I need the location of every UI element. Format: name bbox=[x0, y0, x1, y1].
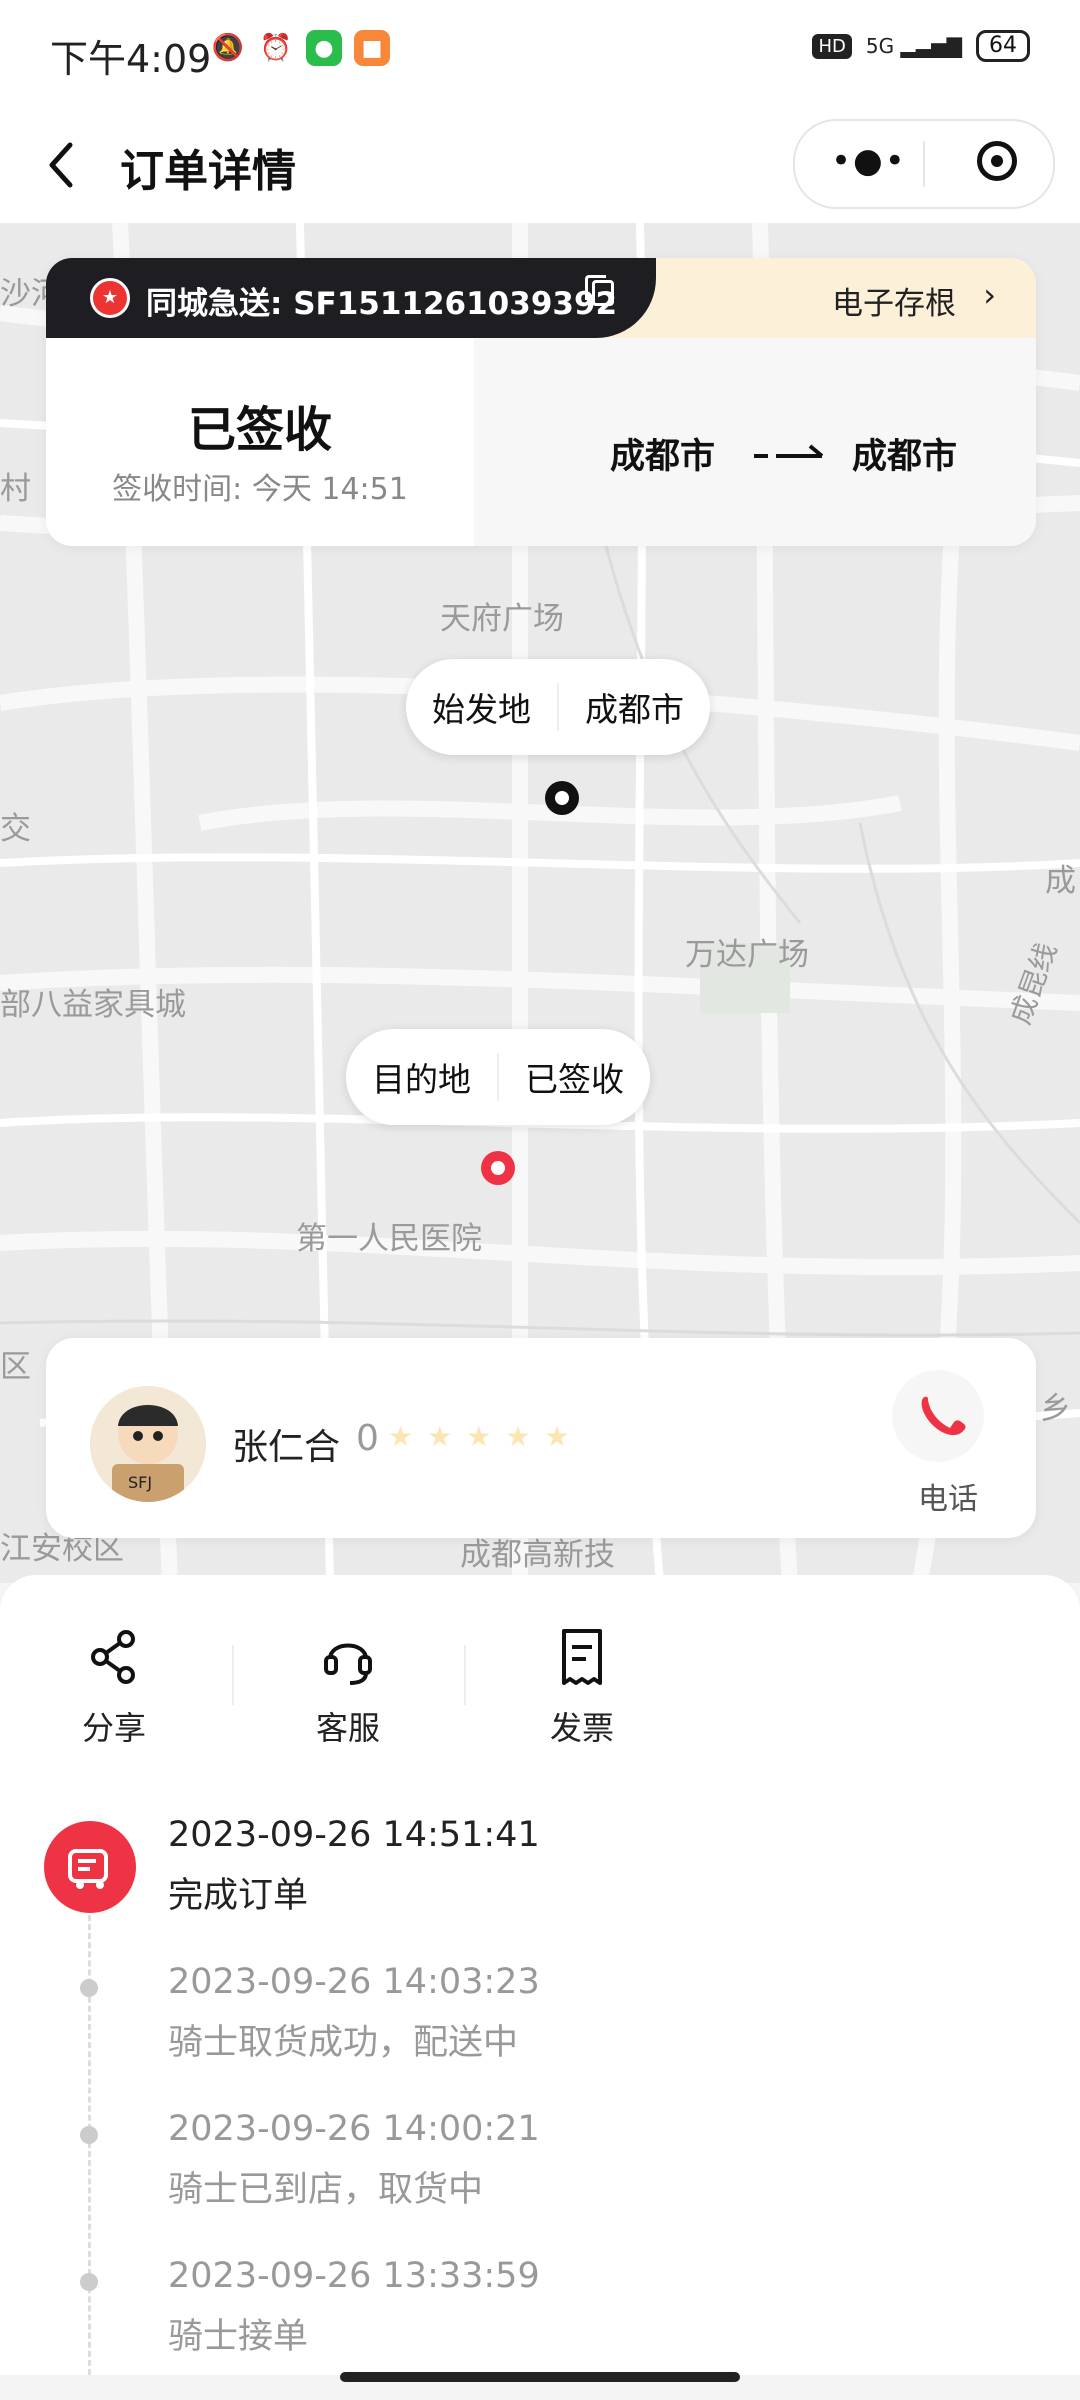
capsule-divider bbox=[923, 141, 925, 187]
phone-button[interactable] bbox=[892, 1370, 984, 1462]
details-sheet: 分享 客服 发票 2023-09-26 14:51:41 完成订单 2023-0… bbox=[0, 1575, 1080, 2375]
timeline-dot bbox=[80, 2273, 98, 2291]
status-time: 下午4:09 bbox=[50, 37, 212, 81]
timeline-desc: 骑士已到店，取货中 bbox=[168, 2170, 484, 2210]
origin-bubble[interactable]: 始发地 成都市 bbox=[406, 659, 710, 755]
wechat-icon: ● bbox=[306, 30, 342, 66]
star-icon: ★ bbox=[466, 1420, 492, 1453]
timeline-time: 2023-09-26 13:33:59 bbox=[168, 2256, 540, 2296]
sf-logo-icon: ★ bbox=[90, 278, 130, 318]
share-button[interactable]: 分享 bbox=[34, 1625, 194, 1749]
map-label: 天府广场 bbox=[440, 601, 564, 637]
share-icon bbox=[91, 1630, 135, 1684]
invoice-button[interactable]: 发票 bbox=[502, 1625, 662, 1749]
mute-icon: 🔕 bbox=[211, 33, 245, 63]
order-status-section: 已签收 签收时间: 今天 14:51 bbox=[46, 338, 474, 546]
order-summary-card: ★ 同城急送: SF1511261039392 电子存根 › 已签收 签收时间:… bbox=[46, 258, 1036, 546]
receipt-icon bbox=[562, 1629, 602, 1685]
star-icon: ★ bbox=[544, 1420, 570, 1453]
star-icon: ★ bbox=[505, 1420, 531, 1453]
target-icon[interactable] bbox=[977, 141, 1017, 181]
origin-pin-icon[interactable] bbox=[545, 781, 579, 815]
origin-city: 成都市 bbox=[585, 690, 684, 729]
route-arrow-icon bbox=[754, 444, 824, 458]
destination-title: 目的地 bbox=[346, 1053, 499, 1101]
timeline-time: 2023-09-26 14:51:41 bbox=[168, 1815, 540, 1855]
phone-icon bbox=[921, 1396, 966, 1436]
page-title: 订单详情 bbox=[120, 146, 296, 197]
timeline-time: 2023-09-26 14:03:23 bbox=[168, 1962, 540, 2002]
map-label: 万达广场 bbox=[685, 937, 809, 973]
from-city: 成都市 bbox=[610, 437, 716, 477]
timeline-dot bbox=[80, 2126, 98, 2144]
status-right: HD 5G ▂▃▅▇ 64 bbox=[812, 30, 1030, 62]
destination-bubble[interactable]: 目的地 已签收 bbox=[346, 1029, 650, 1125]
star-icon: ★ bbox=[427, 1420, 453, 1453]
customer-service-button[interactable]: 客服 bbox=[268, 1625, 428, 1749]
order-banner: ★ 同城急送: SF1511261039392 电子存根 › bbox=[46, 258, 1036, 338]
route-section: 成都市 成都市 bbox=[474, 338, 1036, 546]
chevron-right-icon[interactable]: › bbox=[983, 276, 996, 314]
courier-card: SFJ 张仁合 0 ★ ★ ★ ★ ★ 电话 bbox=[46, 1338, 1036, 1538]
copy-icon[interactable] bbox=[585, 275, 614, 306]
timeline-dot bbox=[80, 1979, 98, 1997]
headset-icon bbox=[324, 1643, 372, 1685]
courier-avatar: SFJ bbox=[90, 1386, 206, 1502]
e-receipt-link[interactable]: 电子存根 bbox=[832, 278, 956, 323]
map-label: 成 bbox=[1045, 863, 1076, 899]
status-bar: 下午4:09 🔕 ⏰ ● ■ HD 5G ▂▃▅▇ 64 bbox=[0, 0, 1080, 105]
destination-pin-icon[interactable] bbox=[481, 1151, 515, 1185]
action-divider bbox=[464, 1645, 466, 1705]
share-label: 分享 bbox=[81, 1709, 146, 1747]
delivery-truck-icon bbox=[44, 1821, 136, 1913]
home-indicator[interactable] bbox=[340, 2372, 740, 2382]
map-label: 交 bbox=[0, 811, 31, 847]
star-icon: ★ bbox=[388, 1420, 414, 1453]
timeline-time: 2023-09-26 14:00:21 bbox=[168, 2109, 540, 2149]
map-label: 区 bbox=[0, 1349, 31, 1385]
alarm-icon: ⏰ bbox=[259, 33, 293, 63]
order-code: 同城急送: SF1511261039392 bbox=[146, 286, 618, 322]
hd-badge: HD bbox=[812, 33, 852, 59]
app-icon: ■ bbox=[354, 30, 390, 66]
timeline-desc: 骑士接单 bbox=[168, 2317, 309, 2357]
chevron-left-icon[interactable] bbox=[40, 135, 90, 195]
mini-program-capsule: •●• bbox=[793, 119, 1055, 209]
order-code-banner: ★ 同城急送: SF1511261039392 bbox=[46, 258, 656, 338]
to-city: 成都市 bbox=[852, 437, 958, 477]
map-label: 乡 bbox=[1040, 1391, 1071, 1427]
more-dots-icon[interactable]: •●• bbox=[831, 141, 907, 181]
origin-title: 始发地 bbox=[406, 683, 559, 731]
courier-score: 0 bbox=[356, 1418, 379, 1459]
order-status: 已签收 bbox=[187, 402, 332, 458]
rating-stars: ★ ★ ★ ★ ★ bbox=[388, 1420, 570, 1453]
timeline-desc: 骑士取货成功，配送中 bbox=[168, 2023, 519, 2063]
customer-service-label: 客服 bbox=[315, 1709, 380, 1747]
invoice-label: 发票 bbox=[549, 1709, 614, 1747]
courier-name: 张仁合 bbox=[232, 1427, 341, 1468]
header: 订单详情 •●• bbox=[0, 105, 1080, 223]
status-icons: 🔕 ⏰ ● ■ bbox=[210, 30, 390, 66]
timeline-desc: 完成订单 bbox=[168, 1876, 309, 1916]
sign-time: 签收时间: 今天 14:51 bbox=[112, 472, 408, 507]
map-label: 部八益家具城 bbox=[0, 987, 186, 1023]
signal-icon: 5G ▂▃▅▇ bbox=[865, 34, 962, 58]
svg-text:SFJ: SFJ bbox=[128, 1473, 152, 1492]
action-divider bbox=[232, 1645, 234, 1705]
battery-icon: 64 bbox=[976, 30, 1030, 62]
map-label: 第一人民医院 bbox=[296, 1221, 482, 1257]
phone-label[interactable]: 电话 bbox=[918, 1474, 978, 1518]
destination-status: 已签收 bbox=[525, 1060, 624, 1099]
map-label: 村 bbox=[0, 471, 31, 507]
